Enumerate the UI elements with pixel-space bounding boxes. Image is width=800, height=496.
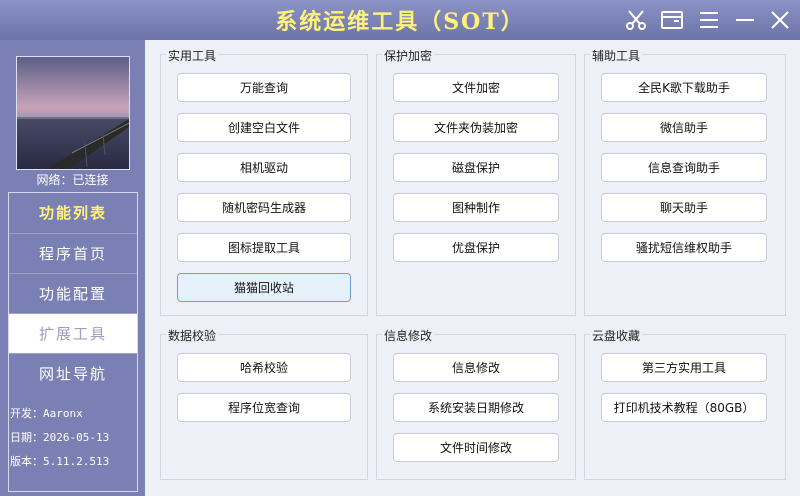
btn-printer-tutorial[interactable]: 打印机技术教程（80GB） [601,393,767,422]
btn-file-encrypt[interactable]: 文件加密 [393,73,559,102]
developer-info: 开发：Aaronx [10,407,83,420]
group-info-modify: 信息修改 信息修改 系统安装日期修改 文件时间修改 [376,327,576,480]
network-status: 网络：已连接 [36,173,109,187]
btn-hash-check[interactable]: 哈希校验 [177,353,351,382]
group-cloud: 云盘收藏 第三方实用工具 打印机技术教程（80GB） [584,327,786,480]
avatar [16,56,130,170]
window-icon[interactable] [660,8,684,32]
btn-icon-extractor[interactable]: 图标提取工具 [177,233,351,262]
date-info: 日期：2026-05-13 [10,431,110,444]
nav-item-links[interactable]: 网址导航 [9,353,137,394]
btn-chat-assistant[interactable]: 聊天助手 [601,193,767,222]
btn-camera-driver[interactable]: 相机驱动 [177,153,351,182]
btn-sms-rights[interactable]: 骚扰短信维权助手 [601,233,767,262]
group-utilities: 实用工具 万能查询 创建空白文件 相机驱动 随机密码生成器 图标提取工具 猫猫回… [160,47,368,316]
btn-kge-downloader[interactable]: 全民K歌下载助手 [601,73,767,102]
btn-create-blank-file[interactable]: 创建空白文件 [177,113,351,142]
version-info: 版本：5.11.2.513 [10,455,110,468]
group-assist: 辅助工具 全民K歌下载助手 微信助手 信息查询助手 聊天助手 骚扰短信维权助手 [584,47,786,316]
btn-wechat-assistant[interactable]: 微信助手 [601,113,767,142]
menu-icon[interactable] [697,8,721,32]
btn-file-time-modify[interactable]: 文件时间修改 [393,433,559,462]
btn-universal-query[interactable]: 万能查询 [177,73,351,102]
nav-header: 功能列表 [38,204,107,222]
sidebar: 网络：已连接 功能列表 程序首页 功能配置 扩展工具 网址导航 开发：Aaron… [0,40,145,496]
btn-info-query[interactable]: 信息查询助手 [601,153,767,182]
nav-item-home[interactable]: 程序首页 [9,233,137,274]
title-bar: 系统运维工具（SOT） [0,0,800,40]
btn-bitness-query[interactable]: 程序位宽查询 [177,393,351,422]
btn-third-party-tools[interactable]: 第三方实用工具 [601,353,767,382]
nav-menu: 功能列表 程序首页 功能配置 扩展工具 网址导航 [8,192,138,492]
btn-cat-recycle-bin[interactable]: 猫猫回收站 [177,273,351,302]
btn-disk-protect[interactable]: 磁盘保护 [393,153,559,182]
btn-usb-protect[interactable]: 优盘保护 [393,233,559,262]
btn-password-generator[interactable]: 随机密码生成器 [177,193,351,222]
close-icon[interactable] [768,8,792,32]
btn-install-date-modify[interactable]: 系统安装日期修改 [393,393,559,422]
nav-item-config[interactable]: 功能配置 [9,273,137,314]
btn-image-seed[interactable]: 图种制作 [393,193,559,222]
btn-folder-disguise[interactable]: 文件夹伪装加密 [393,113,559,142]
minimize-icon[interactable] [733,8,757,32]
nav-item-extensions[interactable]: 扩展工具 [9,313,137,354]
scissors-icon[interactable] [624,8,648,32]
btn-info-modify[interactable]: 信息修改 [393,353,559,382]
group-protection: 保护加密 文件加密 文件夹伪装加密 磁盘保护 图种制作 优盘保护 [376,47,576,316]
group-data-check: 数据校验 哈希校验 程序位宽查询 [160,327,368,480]
